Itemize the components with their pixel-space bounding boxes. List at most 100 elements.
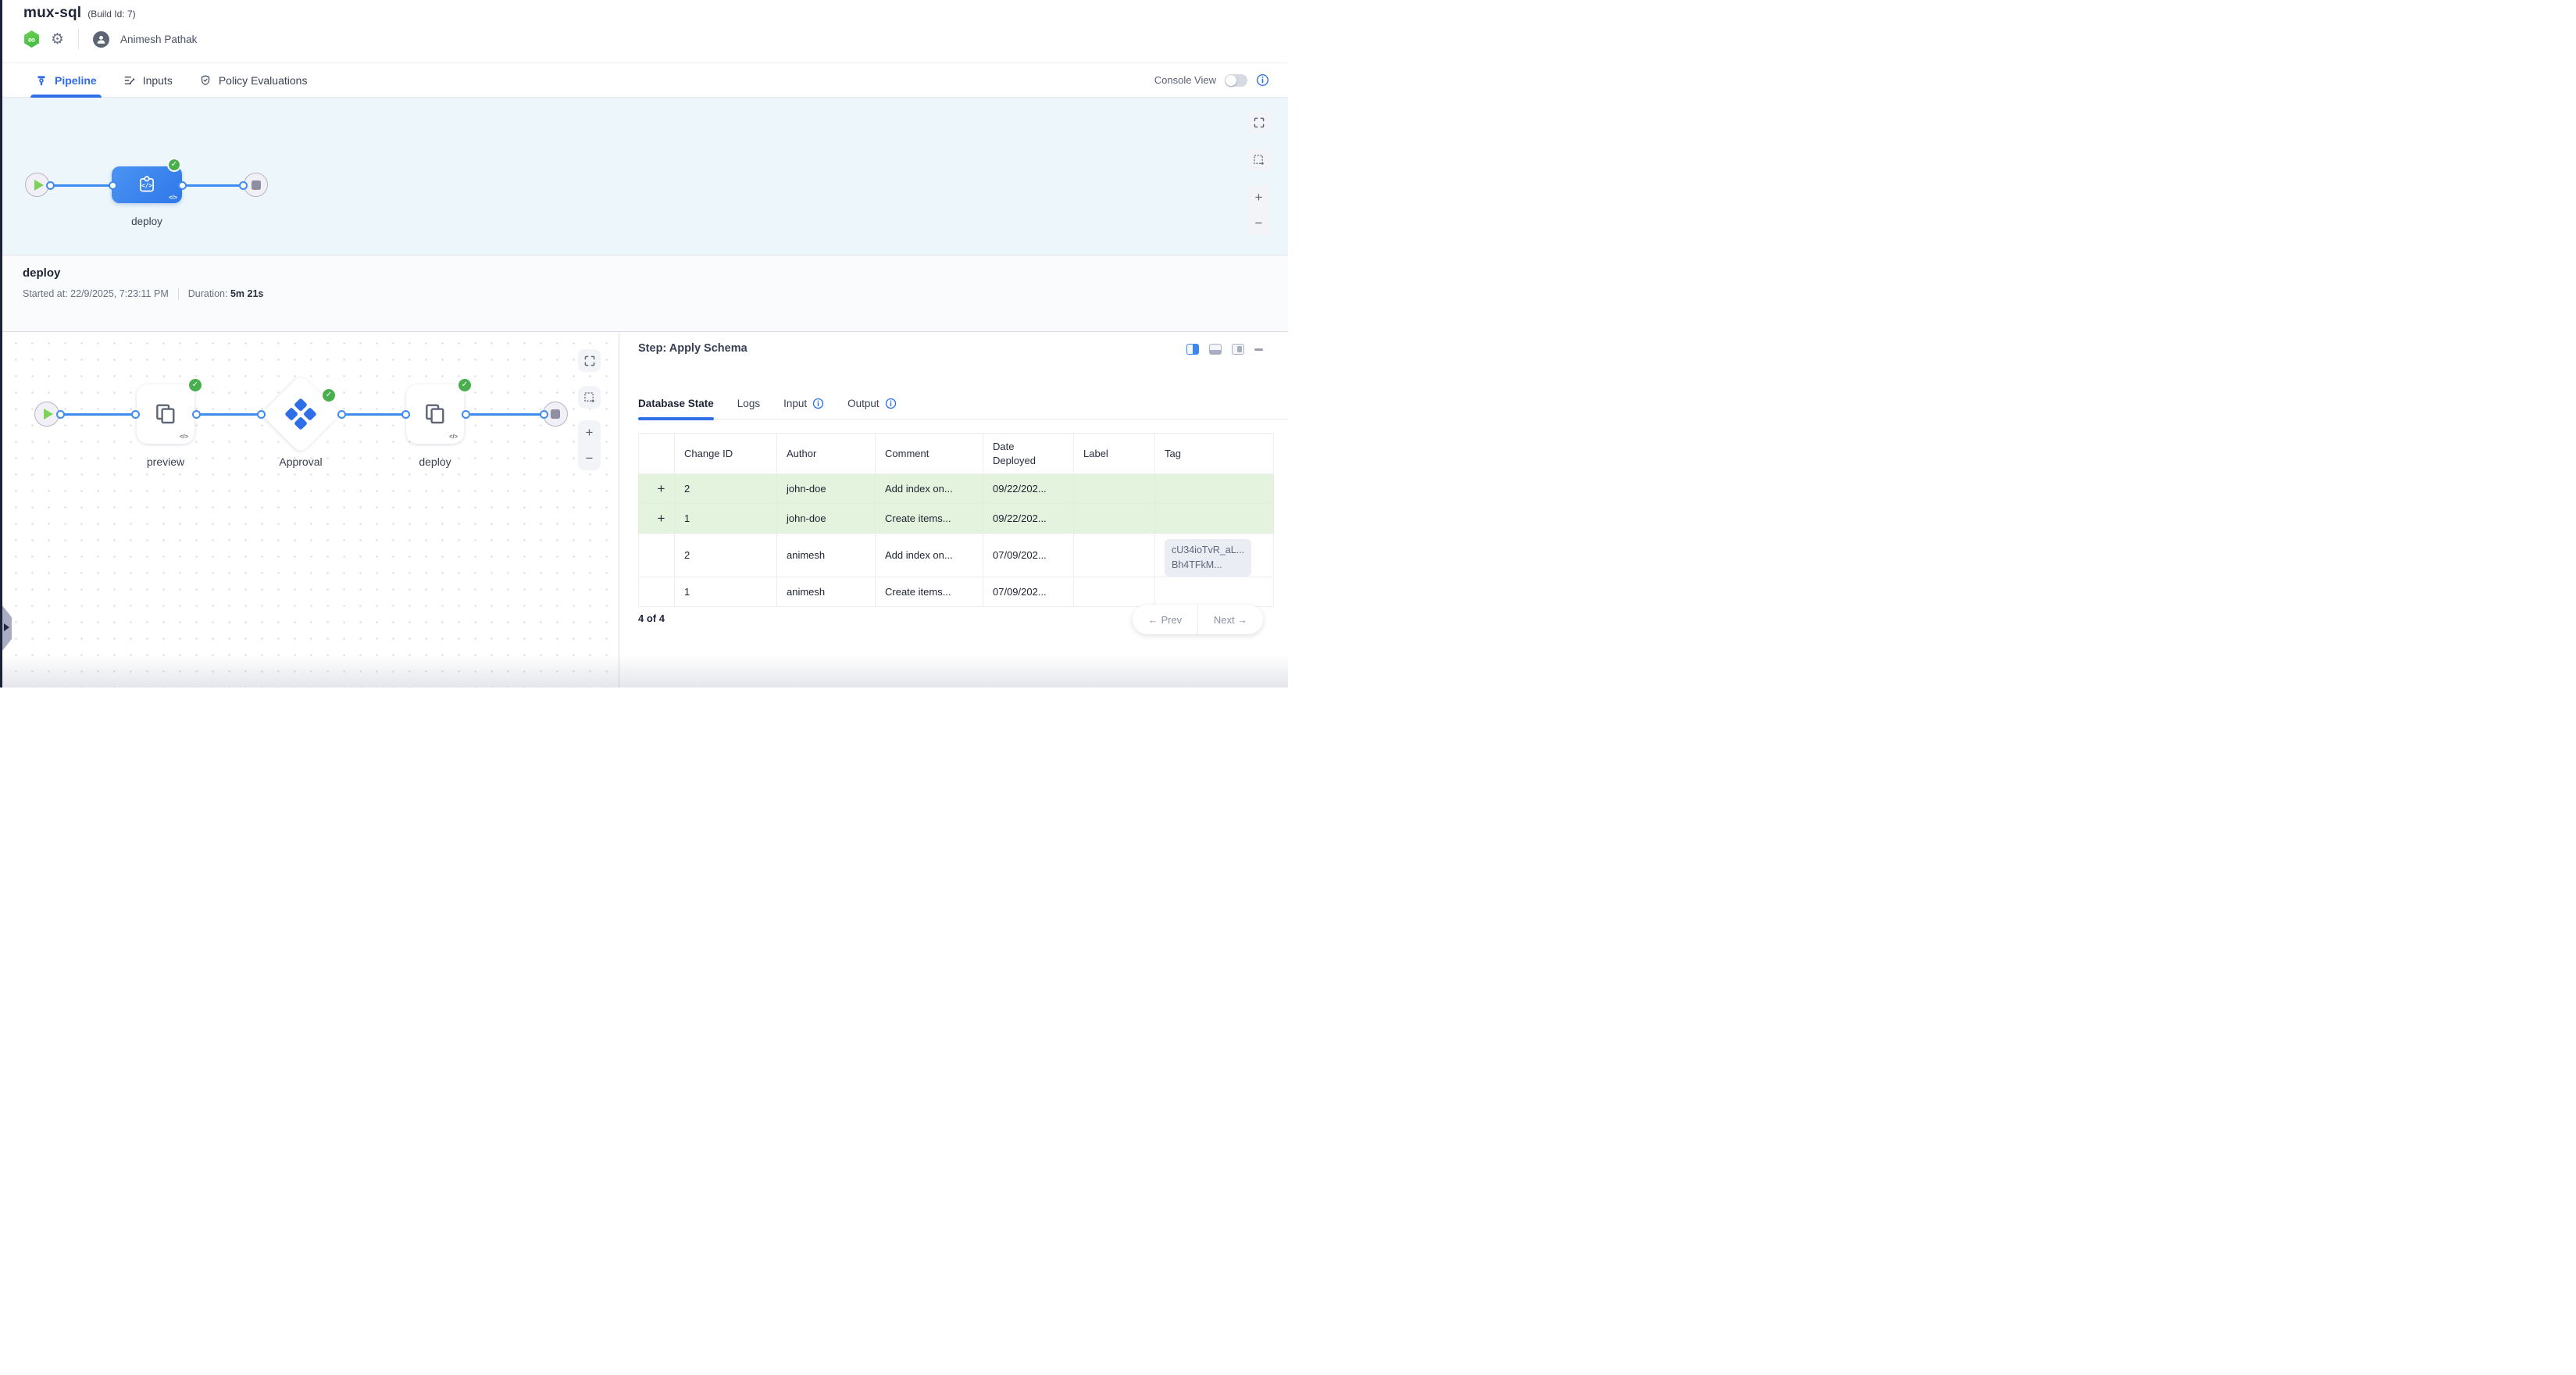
play-icon — [44, 409, 53, 420]
tab-logs[interactable]: Logs — [737, 389, 760, 419]
layout-split-right-icon[interactable] — [1186, 344, 1199, 355]
console-view-label: Console View — [1154, 74, 1216, 86]
header: mux-sql (Build Id: 7) ∞ ⚙ Animesh Pathak — [2, 0, 1288, 62]
node-deploy[interactable]: </> </> — [112, 166, 182, 203]
col-author: Author — [777, 434, 876, 474]
build-id: (Build Id: 7) — [87, 9, 135, 20]
layout-split-bottom-icon[interactable] — [1209, 344, 1222, 355]
port[interactable] — [401, 410, 410, 419]
edge — [196, 413, 261, 416]
tab-label: Output — [847, 398, 879, 409]
expand-row-button[interactable]: + — [639, 504, 675, 534]
cell-author: animesh — [777, 577, 876, 606]
collapsed-sidebar-rail — [0, 0, 2, 688]
expand-arrow-icon — [4, 623, 9, 631]
cell-tag — [1155, 577, 1274, 606]
table-row[interactable]: + 2 john-doe Add index on... 09/22/202..… — [639, 474, 1274, 504]
zoom-in-button[interactable]: + — [586, 426, 594, 439]
tag-chip[interactable]: cU34ioTvR_aL...Bh4TFkM... — [1165, 539, 1251, 577]
end-node[interactable] — [244, 173, 268, 197]
expand-row-button[interactable]: + — [639, 474, 675, 504]
edge — [182, 184, 245, 187]
select-area-button[interactable] — [1247, 148, 1270, 171]
port[interactable] — [109, 181, 117, 190]
cell-comment: Add index on... — [876, 534, 983, 577]
port[interactable] — [46, 181, 55, 190]
fit-view-button[interactable] — [578, 349, 601, 372]
table-row[interactable]: 2 animesh Add index on... 07/09/202... c… — [639, 534, 1274, 577]
minimize-panel-icon[interactable] — [1254, 348, 1263, 351]
port[interactable] — [257, 410, 266, 419]
cell-label — [1074, 534, 1155, 577]
zoom-out-button[interactable]: − — [586, 452, 594, 465]
tab-input[interactable]: Input — [783, 389, 824, 419]
step-info-band: deploy Started at: 22/9/2025, 7:23:11 PM… — [2, 255, 1288, 332]
row-count: 4 of 4 — [638, 612, 665, 624]
tab-policy-evaluations[interactable]: Policy Evaluations — [199, 63, 308, 97]
panel-tab-bar: Database State Logs Input Output — [638, 389, 1288, 420]
panel-title: Step: Apply Schema — [638, 342, 747, 355]
status-hexagon-icon[interactable]: ∞ — [23, 30, 40, 48]
page-title: mux-sql — [23, 5, 81, 22]
tab-pipeline[interactable]: Pipeline — [35, 63, 97, 97]
tab-bar: Pipeline Inputs Policy Evaluations Conso… — [2, 62, 1288, 98]
fit-view-button[interactable] — [1247, 111, 1270, 134]
success-badge-icon: ✓ — [457, 377, 473, 393]
pipeline-icon — [35, 74, 48, 87]
col-change-id: Change ID — [675, 434, 777, 474]
tab-database-state[interactable]: Database State — [638, 389, 714, 419]
lower-pipeline-canvas[interactable]: </> ✓ ✓ </> ✓ preview Approval deploy — [2, 333, 619, 688]
port[interactable] — [337, 410, 346, 419]
prev-button[interactable]: ← Prev — [1133, 605, 1197, 634]
info-icon[interactable] — [812, 398, 824, 409]
port[interactable] — [192, 410, 201, 419]
svg-text:</>: </> — [141, 182, 152, 189]
tab-inputs[interactable]: Inputs — [123, 63, 173, 97]
tab-output[interactable]: Output — [847, 389, 897, 419]
col-date-deployed: Date Deployed — [983, 434, 1074, 474]
tab-label: Logs — [737, 398, 760, 409]
select-area-button[interactable] — [578, 386, 601, 409]
tab-label: Inputs — [143, 74, 173, 87]
step-detail-panel: Step: Apply Schema Database State Logs I… — [619, 333, 1288, 688]
cell-author: animesh — [777, 534, 876, 577]
tab-label: Pipeline — [55, 74, 97, 87]
zoom-out-button[interactable]: − — [1255, 216, 1263, 230]
info-icon[interactable] — [885, 398, 897, 409]
info-icon[interactable] — [1256, 73, 1269, 87]
node-preview[interactable]: </> — [137, 384, 194, 444]
node-label-deploy: deploy — [112, 216, 182, 227]
code-glyph: </> — [169, 194, 177, 201]
col-expand — [639, 434, 675, 474]
top-pipeline-canvas[interactable]: </> </> ✓ deploy + − — [2, 98, 1288, 255]
console-view-toggle[interactable] — [1225, 74, 1247, 87]
port[interactable] — [131, 410, 140, 419]
node-deploy[interactable]: </> — [406, 384, 464, 444]
user-name: Animesh Pathak — [120, 34, 197, 45]
layout-float-icon[interactable] — [1232, 344, 1244, 355]
tab-label: Database State — [638, 398, 714, 409]
next-button[interactable]: Next → — [1198, 605, 1263, 634]
port[interactable] — [540, 410, 548, 419]
cell-tag — [1155, 504, 1274, 534]
table-row[interactable]: 1 animesh Create items... 07/09/202... — [639, 577, 1274, 606]
col-label: Label — [1074, 434, 1155, 474]
port[interactable] — [462, 410, 470, 419]
divider — [78, 29, 79, 49]
play-icon — [34, 180, 44, 191]
settings-gear-icon[interactable]: ⚙ — [51, 32, 64, 47]
port[interactable] — [56, 410, 65, 419]
duration: Duration: 5m 21s — [188, 288, 264, 299]
cell-date: 07/09/202... — [983, 534, 1074, 577]
table-row[interactable]: + 1 john-doe Create items... 09/22/202..… — [639, 504, 1274, 534]
zoom-controls: + − — [1247, 185, 1270, 235]
zoom-in-button[interactable]: + — [1255, 191, 1263, 204]
col-comment: Comment — [876, 434, 983, 474]
node-label-preview: preview — [119, 455, 212, 468]
cell-tag: cU34ioTvR_aL...Bh4TFkM... — [1155, 534, 1274, 577]
port[interactable] — [239, 181, 248, 190]
node-label-deploy: deploy — [388, 455, 482, 468]
step-name: deploy — [23, 266, 60, 280]
port[interactable] — [178, 181, 187, 190]
cell-author: john-doe — [777, 504, 876, 534]
